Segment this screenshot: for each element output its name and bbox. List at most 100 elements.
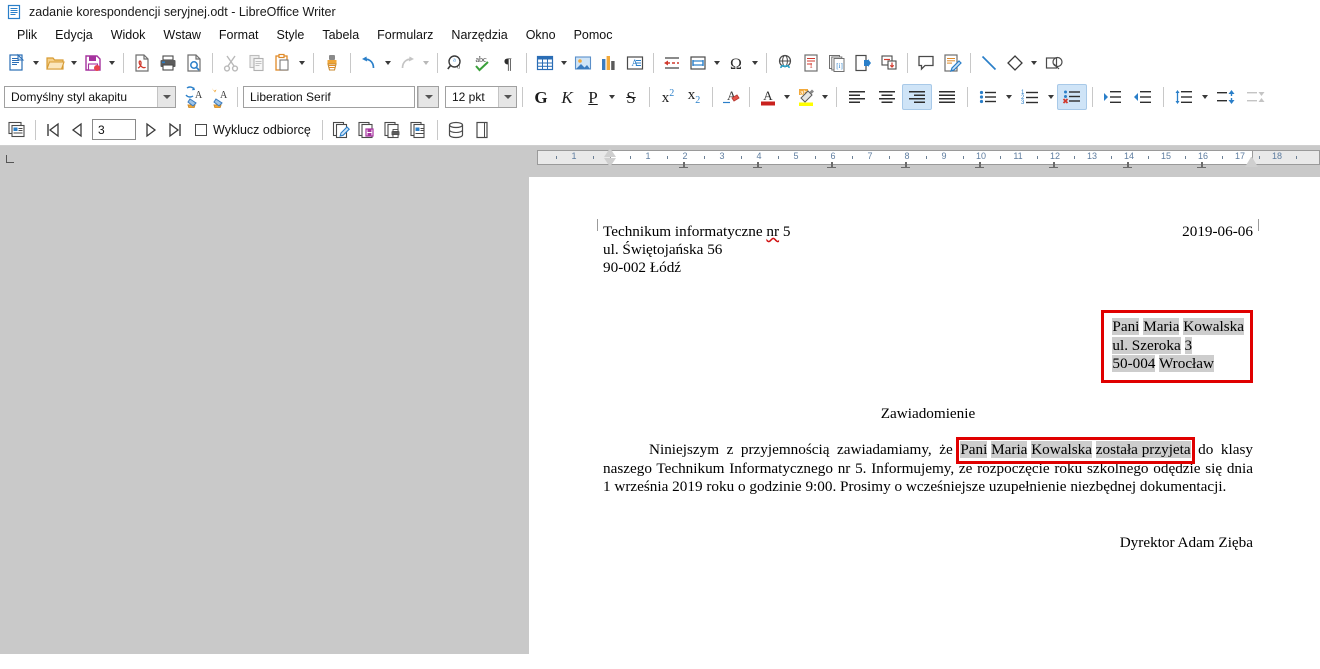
insert-footnote-icon[interactable]: 1 — [798, 50, 824, 76]
spelling-icon[interactable]: abc — [469, 50, 495, 76]
insert-cross-reference-icon[interactable] — [876, 50, 902, 76]
ruler-tab-stop[interactable] — [901, 162, 910, 168]
menu-plik[interactable]: Plik — [8, 26, 46, 44]
ruler-tab-stop[interactable] — [1123, 162, 1132, 168]
insert-table-icon[interactable] — [532, 50, 558, 76]
font-name-dropdown[interactable] — [417, 86, 439, 108]
send-email-messages-icon[interactable] — [406, 117, 432, 143]
font-color-icon[interactable]: A — [755, 84, 781, 110]
previous-record-icon[interactable] — [65, 118, 89, 142]
save-icon[interactable] — [80, 50, 106, 76]
insert-field-icon[interactable] — [685, 50, 711, 76]
ruler-right-indent-marker[interactable] — [1245, 157, 1258, 167]
paste-icon[interactable] — [270, 50, 296, 76]
font-name-dropdown-arrow[interactable] — [418, 87, 438, 107]
clone-formatting-icon[interactable] — [319, 50, 345, 76]
unordered-list-icon[interactable] — [973, 84, 1003, 110]
menu-style[interactable]: Style — [268, 26, 314, 44]
undo-dropdown-caret[interactable] — [382, 50, 394, 76]
menu-wstaw[interactable]: Wstaw — [154, 26, 210, 44]
exclude-recipient-box[interactable] — [195, 123, 207, 136]
bold-button[interactable]: G — [528, 84, 554, 110]
print-preview-icon[interactable] — [181, 50, 207, 76]
new-style-icon[interactable]: A — [206, 84, 232, 110]
decrease-indent-icon[interactable] — [1128, 84, 1158, 110]
last-record-icon[interactable] — [163, 118, 187, 142]
tab-stop-marker-icon[interactable] — [6, 155, 14, 163]
open-file-icon[interactable] — [42, 50, 68, 76]
menu-pomoc[interactable]: Pomoc — [565, 26, 622, 44]
special-character-icon[interactable]: Ω — [723, 50, 749, 76]
align-center-icon[interactable] — [872, 84, 902, 110]
data-sources-icon[interactable] — [443, 117, 469, 143]
document-view-pane[interactable]: 1 1 2 3 4 5 6 7 8 9 10 11 12 13 14 15 16… — [529, 146, 1320, 654]
highlight-color-icon[interactable]: ab — [793, 84, 819, 110]
ruler-left-indent-marker[interactable] — [604, 148, 617, 167]
formatting-marks-icon[interactable]: ¶ — [495, 50, 521, 76]
insert-chart-icon[interactable] — [596, 50, 622, 76]
track-changes-icon[interactable] — [939, 50, 965, 76]
align-right-icon[interactable] — [902, 84, 932, 110]
insert-table-dropdown-caret[interactable] — [558, 50, 570, 76]
special-character-dropdown-caret[interactable] — [749, 50, 761, 76]
menu-widok[interactable]: Widok — [102, 26, 155, 44]
ordered-list-dropdown-caret[interactable] — [1045, 84, 1057, 110]
unordered-list-dropdown-caret[interactable] — [1003, 84, 1015, 110]
insert-endnote-icon[interactable]: [i] — [824, 50, 850, 76]
ordered-list-icon[interactable]: 123 — [1015, 84, 1045, 110]
first-record-icon[interactable] — [41, 118, 65, 142]
font-color-dropdown-caret[interactable] — [781, 84, 793, 110]
superscript-button[interactable]: x2 — [655, 84, 681, 110]
insert-image-icon[interactable] — [570, 50, 596, 76]
basic-shapes-dropdown-caret[interactable] — [1028, 50, 1040, 76]
document-text-area[interactable]: Technikum informatyczne nr 5 ul. Świętoj… — [597, 177, 1259, 654]
increase-indent-icon[interactable] — [1098, 84, 1128, 110]
no-list-icon[interactable] — [1057, 84, 1087, 110]
ruler-tab-stop[interactable] — [753, 162, 762, 168]
document-page[interactable]: Technikum informatyczne nr 5 ul. Świętoj… — [529, 177, 1320, 654]
mail-merge-recipients-icon[interactable] — [4, 117, 30, 143]
print-merged-documents-icon[interactable] — [380, 117, 406, 143]
ruler-tab-stop[interactable] — [827, 162, 836, 168]
strikethrough-button[interactable]: S — [618, 84, 644, 110]
ruler-tab-stop[interactable] — [1197, 162, 1206, 168]
basic-shapes-icon[interactable] — [1002, 50, 1028, 76]
font-size-combo[interactable]: 12 pkt — [445, 86, 517, 108]
edit-individual-documents-icon[interactable] — [328, 117, 354, 143]
insert-hyperlink-icon[interactable] — [772, 50, 798, 76]
show-draw-functions-icon[interactable] — [1040, 50, 1070, 76]
clear-formatting-icon[interactable]: A — [718, 84, 744, 110]
record-number-input[interactable]: 3 — [92, 119, 136, 140]
insert-text-box-icon[interactable]: A — [622, 50, 648, 76]
new-document-icon[interactable] — [4, 50, 30, 76]
print-icon[interactable] — [155, 50, 181, 76]
exclude-recipient-checkbox[interactable]: Wyklucz odbiorcę — [195, 123, 311, 137]
italic-button[interactable]: K — [554, 84, 580, 110]
insert-line-icon[interactable] — [976, 50, 1002, 76]
menu-edycja[interactable]: Edycja — [46, 26, 102, 44]
underline-dropdown-caret[interactable] — [606, 84, 618, 110]
export-pdf-icon[interactable] — [129, 50, 155, 76]
insert-bookmark-icon[interactable] — [850, 50, 876, 76]
line-spacing-dropdown-caret[interactable] — [1199, 84, 1211, 110]
menu-narzedzia[interactable]: Narzędzia — [442, 26, 516, 44]
open-file-dropdown-caret[interactable] — [68, 50, 80, 76]
insert-page-break-icon[interactable] — [659, 50, 685, 76]
new-document-dropdown-caret[interactable] — [30, 50, 42, 76]
insert-comment-icon[interactable] — [913, 50, 939, 76]
ruler-tab-stop[interactable] — [1049, 162, 1058, 168]
find-replace-icon[interactable]: a d — [443, 50, 469, 76]
ruler-tab-stop[interactable] — [679, 162, 688, 168]
align-left-icon[interactable] — [842, 84, 872, 110]
menu-okno[interactable]: Okno — [517, 26, 565, 44]
paragraph-style-combo[interactable]: Domyślny styl akapitu — [4, 86, 176, 108]
toggle-sidebar-icon[interactable] — [469, 117, 495, 143]
justified-icon[interactable] — [932, 84, 962, 110]
line-spacing-icon[interactable] — [1169, 84, 1199, 110]
ruler-tab-stop[interactable] — [975, 162, 984, 168]
subscript-button[interactable]: x2 — [681, 84, 707, 110]
next-record-icon[interactable] — [139, 118, 163, 142]
paragraph-style-dropdown-arrow[interactable] — [157, 87, 175, 107]
paste-dropdown-caret[interactable] — [296, 50, 308, 76]
menu-formularz[interactable]: Formularz — [368, 26, 442, 44]
